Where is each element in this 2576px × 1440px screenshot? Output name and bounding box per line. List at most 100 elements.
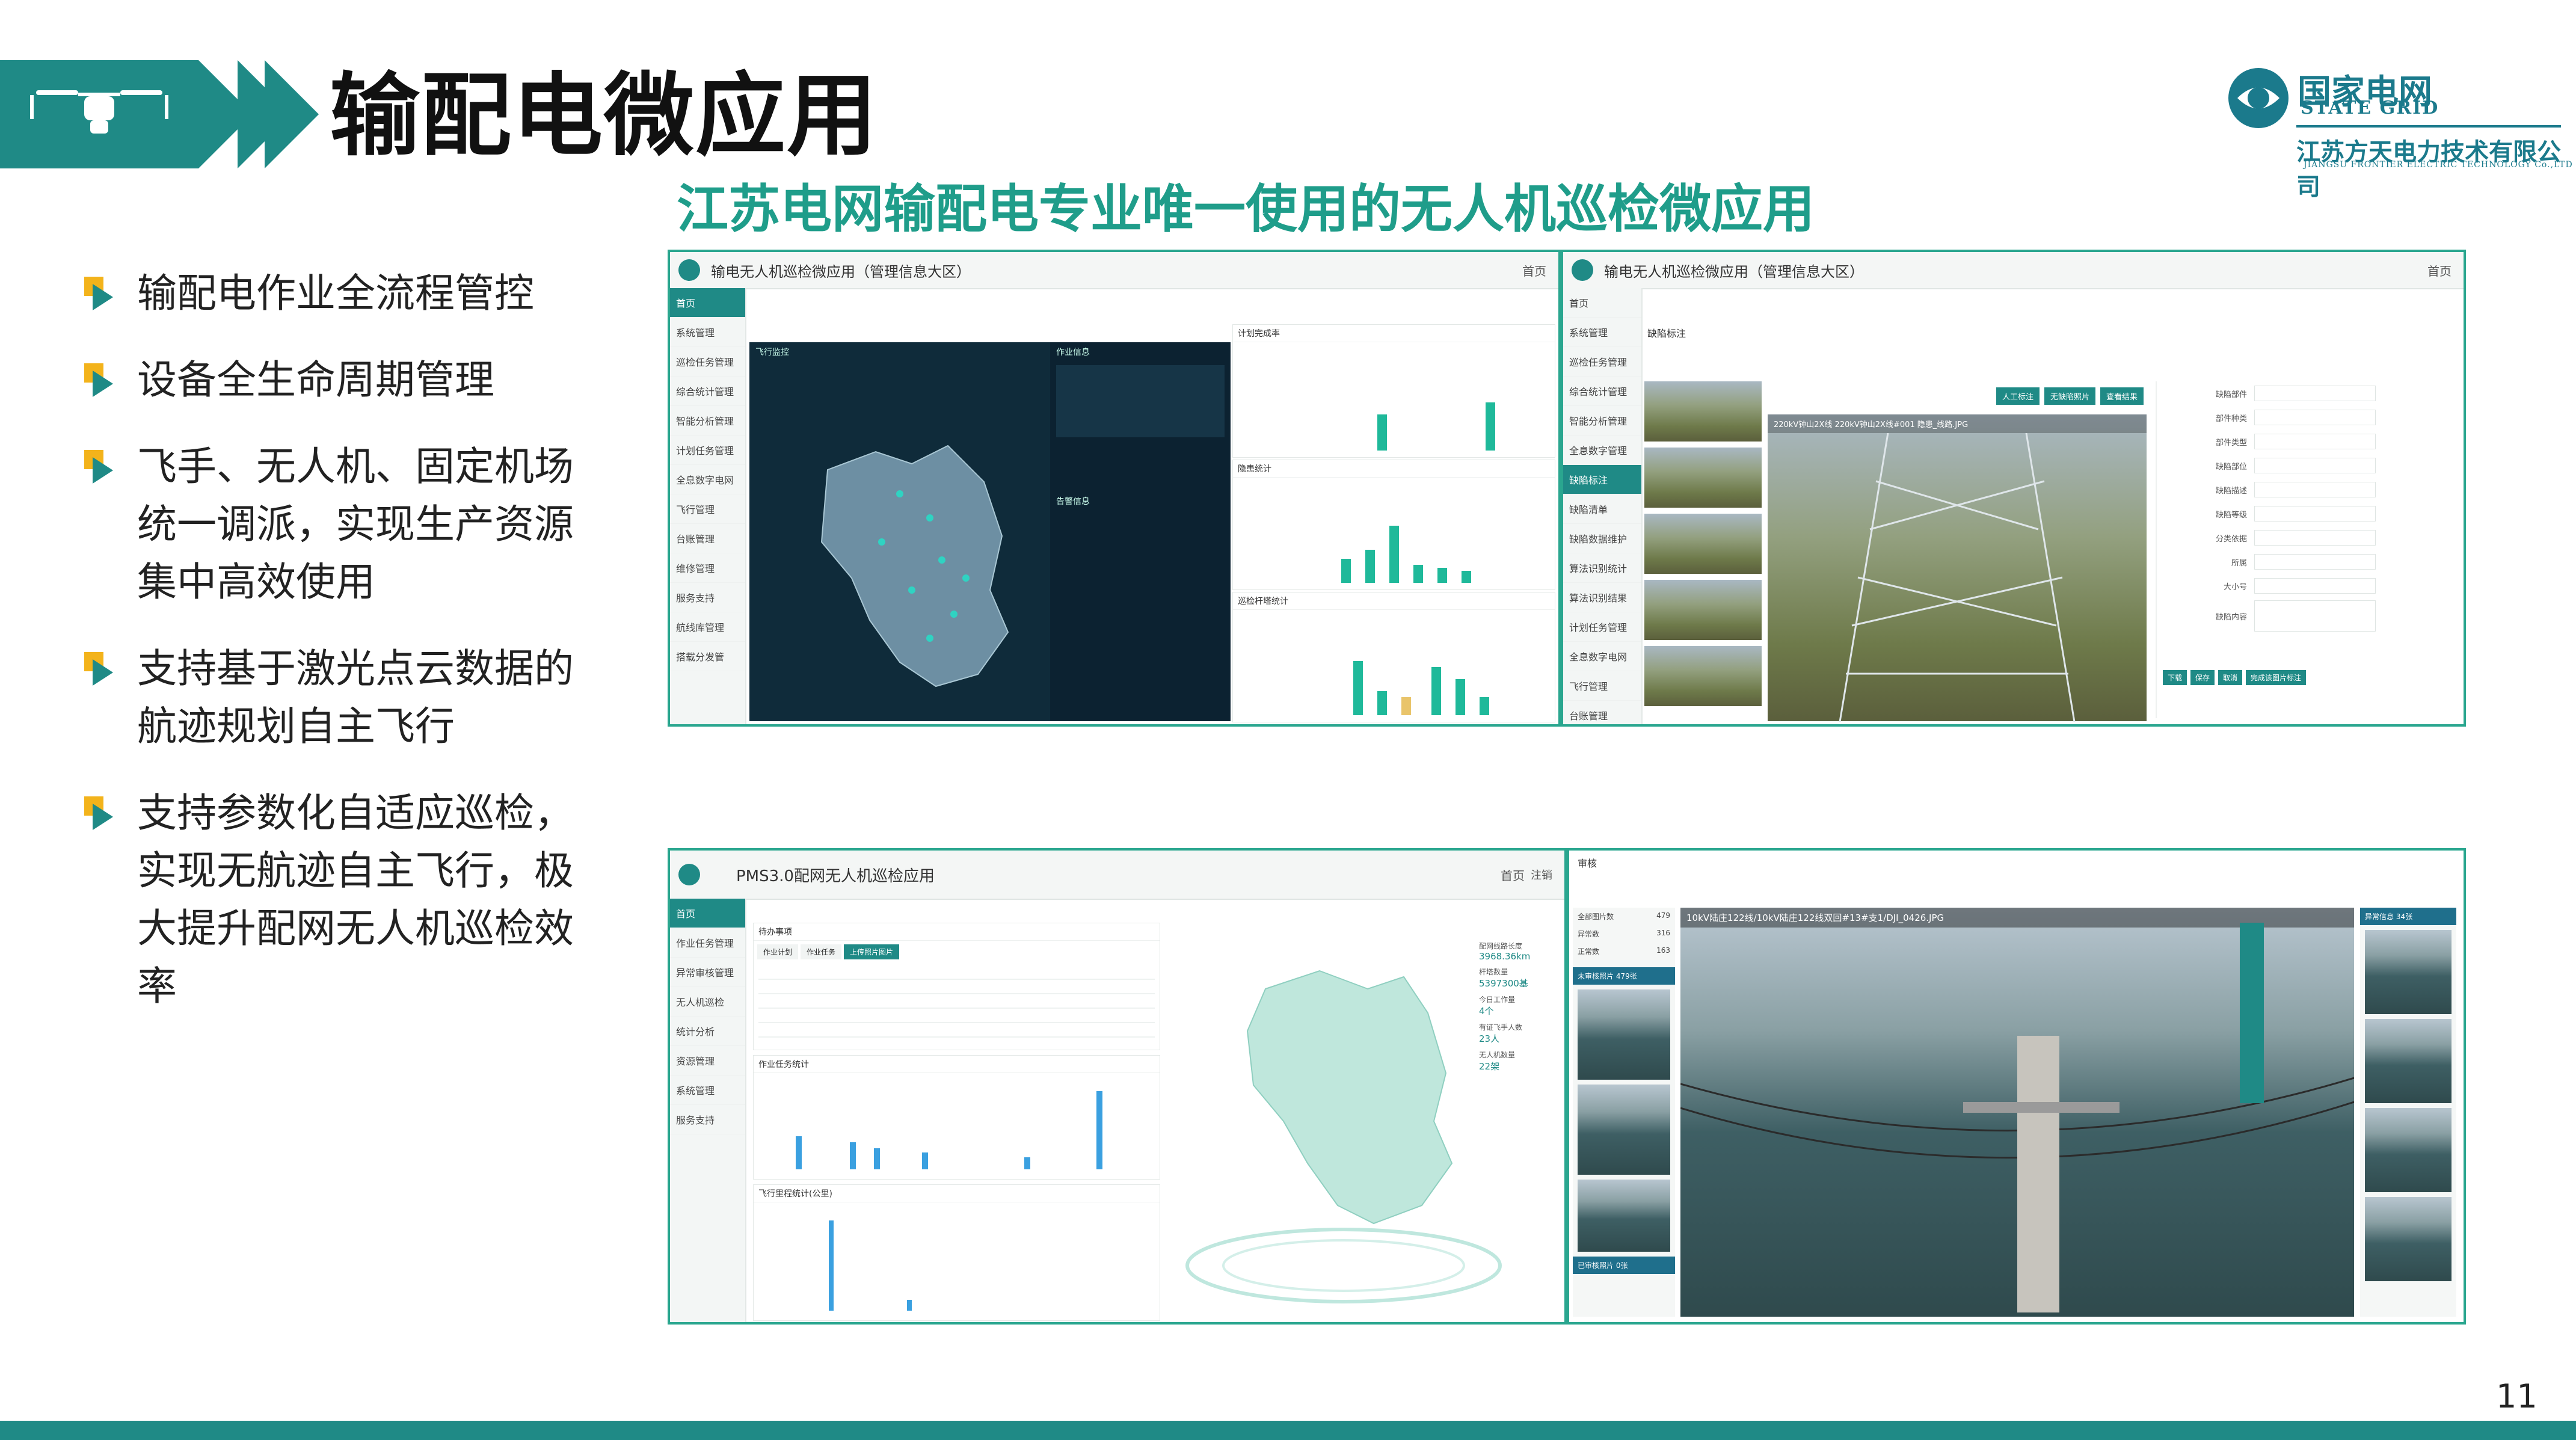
anomaly-thumbnail[interactable] (2365, 1197, 2452, 1281)
form-select[interactable] (2254, 434, 2376, 449)
thumbnail[interactable] (1644, 381, 1762, 442)
screenshot-monitoring-dashboard: 输电无人机巡检微应用（管理信息大区） 首页 首页 系统管理 巡检任务管理 综合统… (668, 250, 1561, 727)
sidebar-item[interactable]: 巡检任务管理 (1563, 347, 1641, 377)
logout-link[interactable]: 注销 (1531, 867, 1552, 882)
reviewed-footer[interactable]: 已审核照片 0张 (1573, 1257, 1675, 1274)
defect-form: 缺陷部件 部件种类 部件类型 缺陷部位 缺陷描述 缺陷等级 分类依据 所属 大小… (2156, 381, 2461, 718)
bullet-text: 支持基于激光点云数据的航迹规划自主飞行 (137, 645, 574, 749)
bullet-icon (84, 796, 119, 831)
sidebar-item[interactable]: 计划任务管理 (670, 435, 745, 465)
download-button[interactable]: 下载 (2163, 670, 2187, 685)
form-row: 部件种类 (2157, 405, 2461, 429)
thumbnail-strip (1644, 381, 1762, 718)
sidebar-item[interactable]: 首页 (670, 899, 745, 928)
screenshot-defect-annotation: 输电无人机巡检微应用（管理信息大区） 首页 首页 系统管理 巡检任务管理 综合统… (1561, 250, 2466, 727)
sidebar-item[interactable]: 飞行管理 (670, 494, 745, 524)
screenshot-image-audit: 审核 全部图片数 479 异常数 316 正常数 163 未审核照片 479张 已审核… (1567, 848, 2466, 1325)
thumbnail[interactable] (1644, 448, 1762, 508)
card-title: 飞行监控 (755, 348, 789, 357)
tab-plan[interactable]: 作业计划 (757, 944, 799, 959)
info-table (1056, 365, 1225, 437)
unreviewed-header[interactable]: 未审核照片 479张 (1573, 967, 1675, 985)
sidebar-item[interactable]: 全息数字电网 (670, 465, 745, 494)
sidebar-item[interactable]: 系统管理 (1563, 318, 1641, 347)
form-select[interactable] (2254, 386, 2376, 401)
bullet-text: 输配电作业全流程管控 (137, 270, 534, 316)
sidebar-item[interactable]: 系统管理 (670, 1075, 745, 1105)
anomaly-header[interactable]: 异常信息 34张 (2360, 908, 2456, 925)
form-select[interactable] (2254, 506, 2376, 522)
sidebar-item[interactable]: 作业任务管理 (670, 928, 745, 958)
sidebar-item[interactable]: 智能分析管理 (1563, 406, 1641, 435)
sidebar-item[interactable]: 智能分析管理 (670, 406, 745, 435)
inspection-image[interactable]: 220kV钟山2X线 220kV钟山2X线#001 隐患_线路.JPG (1768, 414, 2147, 722)
view-result-button[interactable]: 查看结果 (2100, 387, 2144, 405)
app-header: 输电无人机巡检微应用（管理信息大区） 首页 (670, 252, 1558, 289)
tab-upload[interactable]: 上传照片图片 (844, 944, 900, 959)
sidebar-item[interactable]: 统计分析 (670, 1017, 745, 1046)
sidebar-item[interactable]: 无人机巡检 (670, 987, 745, 1017)
sidebar-item[interactable]: 全息数字管理 (1563, 435, 1641, 465)
sidebar-item[interactable]: 首页 (1563, 288, 1641, 318)
sidebar-item[interactable]: 计划任务管理 (1563, 612, 1641, 642)
sidebar-item[interactable]: 资源管理 (670, 1046, 745, 1075)
app-header: 输电无人机巡检微应用（管理信息大区） 首页 (1563, 252, 2464, 289)
sidebar-item[interactable]: 全息数字电网 (1563, 642, 1641, 671)
thumbnail[interactable] (1644, 580, 1762, 640)
sidebar-item[interactable]: 缺陷数据维护 (1563, 524, 1641, 553)
flight-monitor-map[interactable]: 飞行监控 (749, 342, 1050, 721)
thumbnail[interactable] (1578, 1180, 1670, 1252)
anomaly-thumbnail[interactable] (2365, 1019, 2452, 1103)
sidebar-item[interactable]: 缺陷清单 (1563, 494, 1641, 524)
anomaly-thumbnail[interactable] (2365, 930, 2452, 1014)
sidebar-item[interactable]: 系统管理 (670, 318, 745, 347)
home-link[interactable]: 首页 (1522, 262, 1546, 279)
form-textarea[interactable] (2254, 600, 2376, 632)
form-select[interactable] (2254, 482, 2376, 497)
sidebar-item[interactable]: 服务支持 (670, 1105, 745, 1134)
chart-bar (1365, 550, 1375, 583)
home-link[interactable]: 首页 (1501, 866, 1525, 884)
tool-rail[interactable] (2240, 923, 2264, 1103)
sidebar-item[interactable]: 算法识别结果 (1563, 583, 1641, 612)
thumbnail[interactable] (1644, 646, 1762, 706)
sidebar-item[interactable]: 航线库管理 (670, 612, 745, 642)
no-defect-button[interactable]: 无缺陷照片 (2044, 387, 2096, 405)
sidebar-item[interactable]: 缺陷标注 (1563, 465, 1641, 494)
count-row: 异常数 316 (1578, 929, 1670, 938)
sidebar-item[interactable]: 台账管理 (670, 524, 745, 553)
thumbnail[interactable] (1578, 1085, 1670, 1175)
sidebar-item[interactable]: 台账管理 (1563, 701, 1641, 724)
todo-card: 待办事项 作业计划 作业任务 上传照片图片 (753, 923, 1160, 1050)
sidebar-item[interactable]: 巡检任务管理 (670, 347, 745, 377)
form-select[interactable] (2254, 530, 2376, 546)
chart-bar (1486, 402, 1495, 451)
save-button[interactable]: 保存 (2190, 670, 2215, 685)
finish-annotation-button[interactable]: 完成该图片标注 (2246, 670, 2307, 685)
anomaly-thumbnail[interactable] (2365, 1108, 2452, 1192)
sidebar-item[interactable]: 综合统计管理 (1563, 377, 1641, 406)
form-select[interactable] (2254, 410, 2376, 425)
kpi-item: 配网线路长度 3968.36km (1479, 942, 1531, 962)
form-select[interactable] (2254, 578, 2376, 594)
sidebar-item[interactable]: 维修管理 (670, 553, 745, 583)
sidebar-item[interactable]: 服务支持 (670, 583, 745, 612)
kpi-item: 有证飞手人数 23人 (1479, 1023, 1523, 1044)
bullet-text: 设备全生命周期管理 (137, 357, 494, 403)
thumbnail[interactable] (1578, 989, 1670, 1080)
chart-bar (1096, 1091, 1102, 1169)
sidebar-item[interactable]: 异常审核管理 (670, 958, 745, 987)
sidebar-item[interactable]: 综合统计管理 (670, 377, 745, 406)
form-select[interactable] (2254, 458, 2376, 473)
sidebar-item[interactable]: 飞行管理 (1563, 671, 1641, 701)
thumbnail[interactable] (1644, 514, 1762, 574)
sidebar-item[interactable]: 算法识别统计 (1563, 553, 1641, 583)
cancel-button[interactable]: 取消 (2218, 670, 2243, 685)
sidebar-item[interactable]: 首页 (670, 288, 745, 318)
manual-annotate-button[interactable]: 人工标注 (1996, 387, 2040, 405)
form-select[interactable] (2254, 554, 2376, 570)
home-link[interactable]: 首页 (2427, 262, 2452, 279)
tab-task[interactable]: 作业任务 (801, 944, 842, 959)
sidebar-item[interactable]: 搭载分发管 (670, 642, 745, 671)
panel-title: 缺陷标注 (1647, 328, 1686, 339)
